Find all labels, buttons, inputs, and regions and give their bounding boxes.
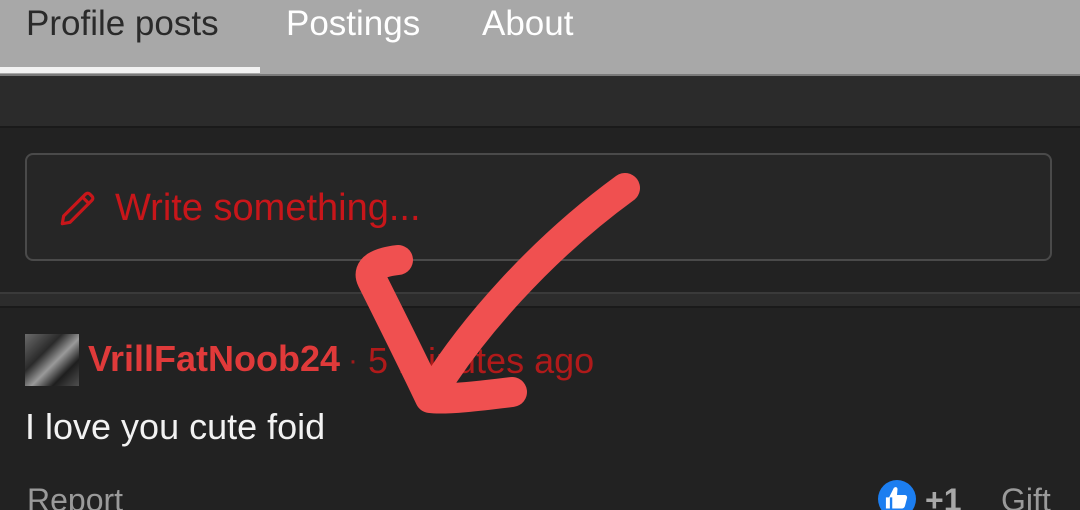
section-divider	[0, 292, 1080, 308]
tab-postings[interactable]: Postings	[286, 4, 420, 44]
like-count: +1	[925, 482, 962, 510]
profile-page: Profile posts Postings About Write somet…	[0, 0, 1080, 510]
write-something-input[interactable]: Write something...	[25, 153, 1052, 261]
post-body: I love you cute foid	[25, 406, 326, 447]
post-username[interactable]: VrillFatNoob24	[88, 338, 340, 380]
post-timestamp[interactable]: 5 minutes ago	[368, 340, 594, 382]
profile-post: VrillFatNoob24 · 5 minutes ago I love yo…	[0, 308, 1080, 510]
tab-about[interactable]: About	[482, 4, 573, 44]
meta-separator: ·	[348, 344, 358, 377]
tab-profile-posts[interactable]: Profile posts	[26, 4, 219, 44]
report-link[interactable]: Report	[27, 480, 123, 510]
thumbs-up-icon[interactable]	[878, 480, 916, 510]
gift-link[interactable]: Gift	[1001, 480, 1051, 510]
toolbar-band	[0, 76, 1080, 128]
avatar[interactable]	[25, 334, 79, 386]
pencil-icon	[60, 191, 95, 226]
composer-placeholder: Write something...	[115, 187, 421, 229]
tab-bar: Profile posts Postings About	[0, 0, 1080, 76]
composer-section: Write something...	[0, 128, 1080, 292]
active-tab-indicator	[0, 67, 260, 73]
